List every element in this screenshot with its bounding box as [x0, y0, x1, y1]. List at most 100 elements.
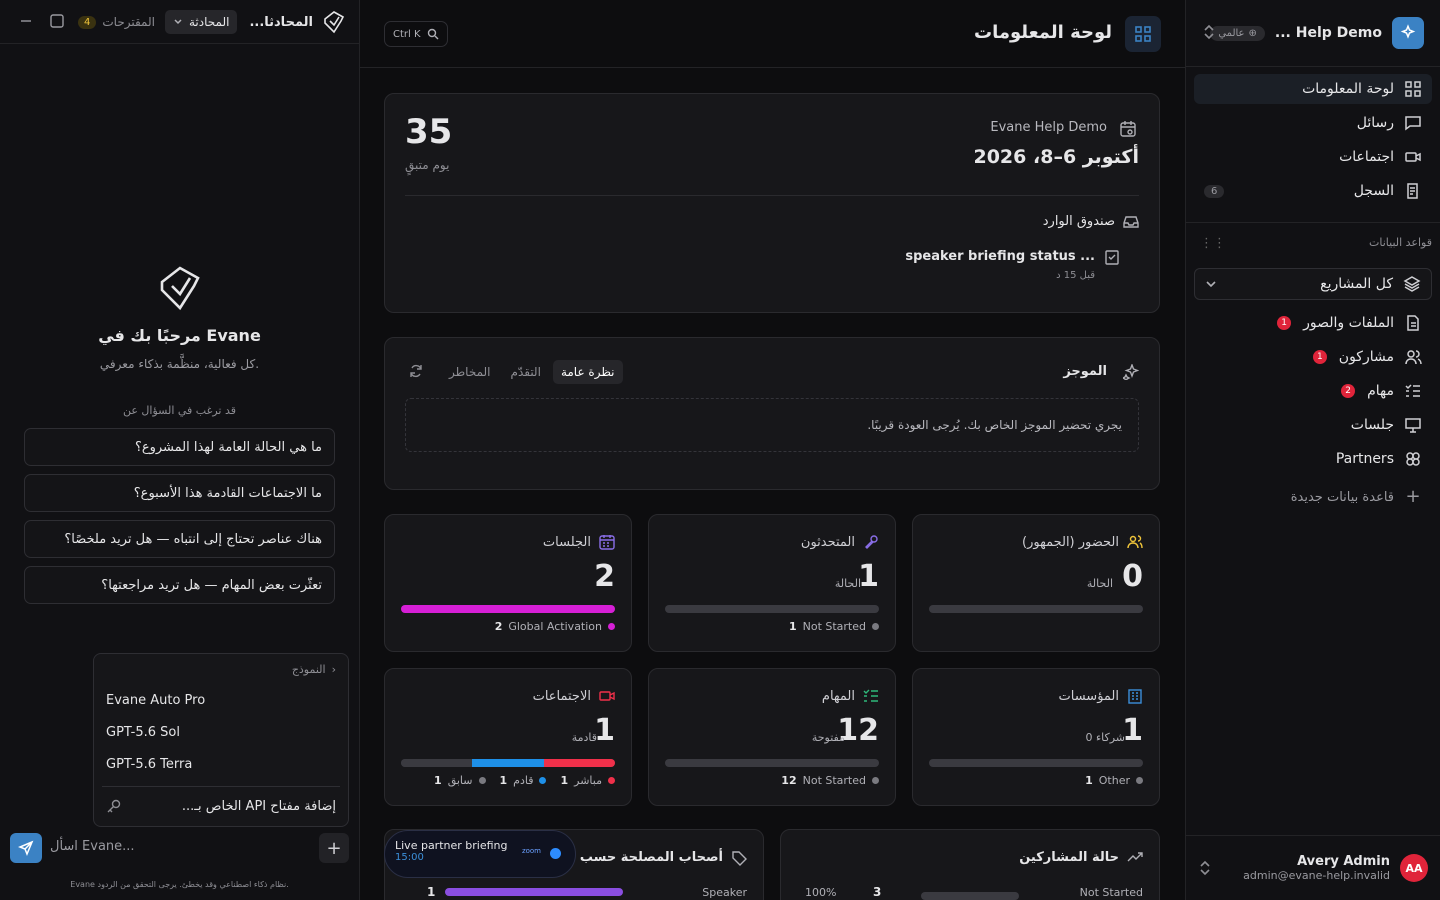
tag-icon	[731, 850, 747, 866]
stat-card-organizations[interactable]: المؤسسات 1 0 شركاء Other 1	[912, 668, 1160, 806]
stat-title: الاجتماعات	[532, 689, 591, 704]
stat-title: الجلسات	[542, 535, 591, 550]
command-search-button[interactable]: Ctrl K	[384, 21, 448, 47]
event-name: Evane Help Demo	[990, 120, 1107, 135]
suggestions-count-badge: 4	[77, 15, 97, 29]
progress-bar	[401, 605, 615, 613]
stat-card-speakers[interactable]: المتحدثون 1 الحالة Not Started 1	[648, 514, 896, 652]
sidebar: Help Demo ... ⊕ عالمي لوحة المعلومات رسائ…	[1185, 0, 1440, 900]
inbox-title: صندوق الوارد	[1042, 214, 1115, 229]
minimize-icon[interactable]	[20, 14, 32, 28]
legend-label: Not Started	[802, 620, 866, 633]
nav-label: السجل	[1353, 183, 1394, 199]
legend-label: Global Activation	[508, 620, 602, 633]
checklist-icon	[863, 688, 879, 704]
stat-card-meetings[interactable]: الاجتماعات 1 قادمة مباشر 1 قادم 1 سابق 1	[384, 668, 632, 806]
suggestion-button[interactable]: تعثّرت بعض المهام — هل تريد مراجعتها؟	[24, 566, 335, 604]
stat-card-attendance[interactable]: الحضور (الجمهور) 0 الحالة	[912, 514, 1160, 652]
stat-title: المهام	[821, 689, 855, 704]
participants-status-card: حالة المشاركين Not Started 3 100%	[780, 829, 1160, 900]
calendar-icon	[1119, 120, 1137, 138]
workspace-switcher[interactable]: Help Demo ... ⊕ عالمي	[1186, 16, 1440, 50]
model-option[interactable]: GPT-5.6 Sol	[106, 725, 180, 740]
legend-count: 2	[494, 620, 503, 633]
nav-item-meetings[interactable]: اجتماعات	[1194, 142, 1432, 172]
status-label: Not Started	[1079, 886, 1143, 899]
layers-icon	[1403, 275, 1421, 293]
legend-count: 1	[788, 620, 797, 633]
chat-mode-dropdown[interactable]: المحادثة	[164, 10, 238, 34]
drag-handle-icon[interactable]: ⋮⋮	[1200, 236, 1226, 251]
bar-segment-live	[543, 759, 615, 767]
page-title: لوحة المعلومات	[974, 22, 1112, 43]
stat-card-tasks[interactable]: المهام 12 مفتوحة Not Started 12	[648, 668, 896, 806]
nav-item-log[interactable]: السجل 6	[1194, 176, 1432, 206]
legend-item: قادم 1	[500, 774, 547, 787]
legend: Other 1	[1085, 774, 1143, 787]
add-api-key-label: إضافة مفتاح API الخاص بـ...	[181, 798, 336, 814]
progress-bar	[665, 605, 879, 613]
refresh-icon[interactable]	[409, 364, 423, 378]
suggestion-button[interactable]: ما هي الحالة العامة لهذا المشروع؟	[24, 428, 335, 466]
chevrons-updown-icon[interactable]	[1202, 24, 1216, 40]
legend-item: سابق 1	[434, 774, 486, 787]
count-badge: 2	[1341, 384, 1356, 398]
panel-square-icon[interactable]	[50, 14, 64, 28]
suggestion-button[interactable]: هناك عناصر تحتاج إلى انتباه — هل تريد مل…	[24, 520, 335, 558]
chat-mode-label: المحادثة	[188, 15, 230, 29]
workspace-logo-icon	[1392, 17, 1424, 49]
model-picker-back[interactable]: ‹ النموذج	[292, 663, 336, 676]
chevrons-updown-icon	[1198, 860, 1212, 876]
dashboard-icon	[1125, 16, 1161, 52]
chat-input[interactable]: اسأل Evane...	[50, 839, 135, 854]
tab-risks[interactable]: المخاطر	[441, 360, 499, 384]
sparkle-icon	[1123, 364, 1139, 380]
project-selector[interactable]: كل المشاريع	[1194, 268, 1432, 300]
suggestion-button[interactable]: ما الاجتماعات القادمة هذا الأسبوع؟	[24, 474, 335, 512]
workspace-name: Help Demo ...	[1274, 25, 1382, 41]
legend-item: Other 1	[1085, 774, 1143, 787]
db-item-tasks[interactable]: مهام 2	[1194, 376, 1432, 406]
days-remaining: 35	[405, 112, 453, 152]
tab-progress[interactable]: التقدّم	[503, 360, 549, 384]
db-item-sessions[interactable]: جلسات	[1194, 410, 1432, 440]
nav-item-messages[interactable]: رسائل	[1194, 108, 1432, 138]
project-selector-label: كل المشاريع	[1320, 276, 1393, 292]
live-meeting-pill[interactable]: Live partner briefing 15:00 zoom	[384, 830, 576, 878]
nav-label: اجتماعات	[1339, 149, 1394, 165]
users-icon	[1404, 348, 1422, 366]
legend-dot	[1136, 777, 1143, 784]
db-item-participants[interactable]: مشاركون 1	[1194, 342, 1432, 372]
suggestions-tab[interactable]: المقترحات 4	[77, 15, 155, 29]
tab-overview[interactable]: نظرة عامة	[552, 360, 623, 384]
stat-title: المتحدثون	[800, 535, 855, 550]
add-api-key-button[interactable]: إضافة مفتاح API الخاص بـ...	[106, 798, 336, 814]
db-item-label: جلسات	[1350, 417, 1394, 433]
inbox-message-title[interactable]: speaker briefing status ...	[905, 249, 1095, 264]
stakeholder-label: Speaker	[702, 886, 747, 899]
legend-dot	[872, 623, 879, 630]
stat-value: 2	[594, 559, 615, 594]
building-icon	[1127, 688, 1143, 704]
bar-segment	[401, 605, 615, 613]
user-menu[interactable]: AA Avery Admin admin@evane-help.invalid	[1186, 835, 1440, 900]
model-option[interactable]: GPT-5.6 Terra	[106, 757, 192, 772]
model-picker-menu: ‹ النموذج Evane Auto Pro GPT-5.6 Sol GPT-…	[93, 653, 349, 827]
stat-card-sessions[interactable]: الجلسات 2 Global Activation 2	[384, 514, 632, 652]
attach-button[interactable]: +	[319, 833, 349, 863]
db-item-files[interactable]: الملفات والصور 1	[1194, 308, 1432, 338]
db-item-partners[interactable]: Partners	[1194, 444, 1432, 474]
nav-item-dashboard[interactable]: لوحة المعلومات	[1194, 74, 1432, 104]
model-option[interactable]: Evane Auto Pro	[106, 693, 205, 708]
legend-label: Not Started	[802, 774, 866, 787]
legend: مباشر 1 قادم 1 سابق 1	[434, 774, 615, 787]
model-picker-header: النموذج	[291, 663, 326, 676]
welcome-title: مرحبًا بك في Evane	[98, 326, 261, 345]
message-icon	[1404, 114, 1422, 132]
progress-bar	[401, 759, 615, 767]
new-database-button[interactable]: + قاعدة بيانات جديدة	[1194, 482, 1432, 512]
handshake-icon	[1404, 450, 1422, 468]
legend: Global Activation 2	[495, 620, 615, 633]
send-button[interactable]	[10, 833, 42, 863]
legend-label: سابق	[447, 774, 473, 787]
